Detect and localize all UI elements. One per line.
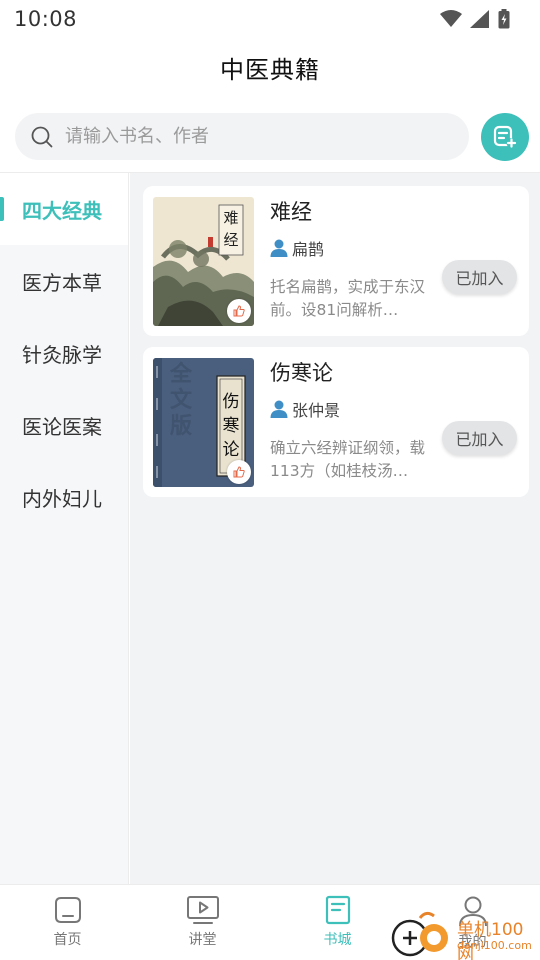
added-button[interactable]: 已加入 [442,421,517,455]
home-icon [54,897,81,923]
nav-item-home[interactable]: 首页 [0,885,135,960]
book-description: 确立六经辨证纲领，载113方（如桂枝汤… [270,439,426,480]
thumbs-up-icon [233,466,245,478]
category-sidebar: 四大经典 医方本草 针灸脉学 医论医案 内外妇儿 [0,173,129,884]
watermark-text: 单机100网 [457,920,524,960]
sidebar-item-acupuncture-pulse[interactable]: 针灸脉学 [0,317,128,389]
added-button[interactable]: 已加入 [442,260,517,294]
book-title: 难经 [270,200,312,224]
search-bar[interactable] [15,113,469,160]
sidebar-item-specialties[interactable]: 内外妇儿 [0,461,128,533]
signal-icon [470,10,489,28]
page-title: 中医典籍 [220,56,320,84]
search-input[interactable] [65,126,445,147]
sidebar-item-label: 医论医案 [22,414,102,439]
person-icon [270,239,288,257]
book-cover-title: 难经 [223,209,239,249]
nav-label: 首页 [53,932,82,948]
book-author: 扁鹊 [270,236,324,260]
sidebar-item-four-classics[interactable]: 四大经典 [0,173,128,245]
sidebar-item-label: 内外妇儿 [22,486,102,511]
watermark-url: danji100.com [457,939,532,952]
thumbs-up-icon [233,305,245,317]
book-cover: 全文版 伤寒论 [153,358,254,487]
wifi-icon [440,10,462,27]
book-description: 托名扁鹊，实成于东汉前。设81问解析… [270,278,426,319]
like-badge [227,460,251,484]
book-author: 张仲景 [270,397,340,421]
video-play-icon [186,896,219,924]
sidebar-item-label: 医方本草 [22,270,102,295]
like-badge [227,299,251,323]
nav-item-bookstore[interactable]: 书城 [270,885,405,960]
book-card[interactable]: 难经 难经 扁鹊 托名扁鹊，实成于东汉前。设81问解析… 已加入 [143,186,529,336]
list-add-icon [493,125,517,148]
author-name: 张仲景 [292,401,341,420]
status-time: 10:08 [14,7,78,31]
watermark: 单机100网 danji100.com [390,908,540,960]
battery-icon [498,9,510,29]
book-cover: 难经 [153,197,254,326]
search-icon [31,126,53,147]
sidebar-item-formulas-herbs[interactable]: 医方本草 [0,245,128,317]
watermark-logo-icon [391,911,448,957]
book-cover-title: 伤寒论 [222,392,240,460]
add-list-button[interactable] [481,113,529,161]
person-icon [270,400,288,418]
nav-label: 书城 [323,932,352,948]
book-title: 伤寒论 [270,361,333,385]
sidebar-item-label: 四大经典 [22,198,102,223]
nav-item-lecture[interactable]: 讲堂 [135,885,270,960]
nav-label: 讲堂 [188,932,217,948]
book-list: 难经 难经 扁鹊 托名扁鹊，实成于东汉前。设81问解析… 已加入 全文版 伤寒论… [130,173,540,884]
sidebar-item-label: 针灸脉学 [22,342,102,367]
book-cover-edition: 全文版 [169,362,192,439]
sidebar-item-medical-cases[interactable]: 医论医案 [0,389,128,461]
author-name: 扁鹊 [292,240,325,259]
book-card[interactable]: 全文版 伤寒论 伤寒论 张仲景 确立六经辨证纲领，载113方（如桂枝汤… 已加入 [143,347,529,497]
status-icons [440,9,510,29]
status-bar: 10:08 [0,0,540,38]
book-icon [325,895,350,925]
